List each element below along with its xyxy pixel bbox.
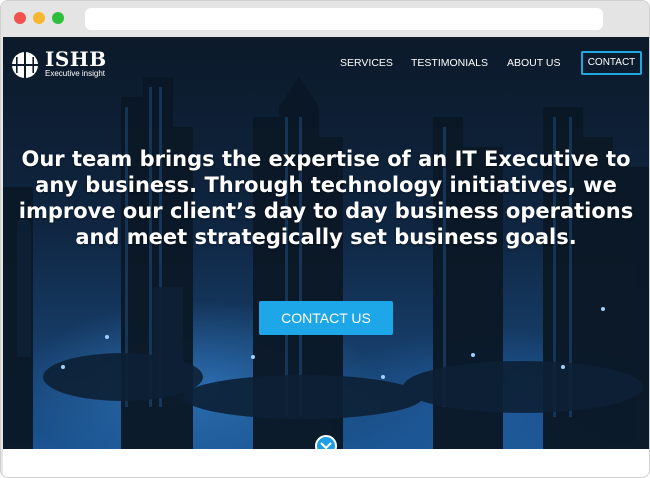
maximize-window-dot[interactable] [52, 12, 64, 24]
headline-emphasis-it-executive: IT Executive [454, 147, 599, 171]
address-bar[interactable] [85, 8, 603, 30]
headline-emphasis-improve: improve [18, 199, 116, 223]
nav-link-about-us[interactable]: ABOUT US [507, 57, 560, 69]
headline-text-1: Our team brings the [21, 147, 269, 171]
minimize-window-dot[interactable] [33, 12, 45, 24]
browser-window: ISHB Executive insight SERVICES TESTIMON… [0, 0, 650, 478]
headline-emphasis-business-goals: business goals. [394, 225, 577, 249]
nav-link-testimonials[interactable]: TESTIMONIALS [411, 57, 488, 69]
contact-us-button[interactable]: CONTACT US [259, 301, 393, 335]
browser-chrome [1, 1, 649, 37]
headline-text-2: of an [379, 147, 455, 171]
nav-link-services[interactable]: SERVICES [340, 57, 393, 69]
headline-emphasis-expertise: expertise [268, 147, 380, 171]
hero-headline: Our team brings the expertise of an IT E… [3, 146, 649, 250]
chevron-down-icon [320, 442, 332, 449]
main-navigation: SERVICES TESTIMONIALS ABOUT US CONTACT [3, 51, 649, 75]
close-window-dot[interactable] [14, 12, 26, 24]
nav-contact-button[interactable]: CONTACT [581, 51, 642, 75]
hero-section: ISHB Executive insight SERVICES TESTIMON… [3, 37, 649, 449]
next-section-edge [3, 449, 649, 477]
